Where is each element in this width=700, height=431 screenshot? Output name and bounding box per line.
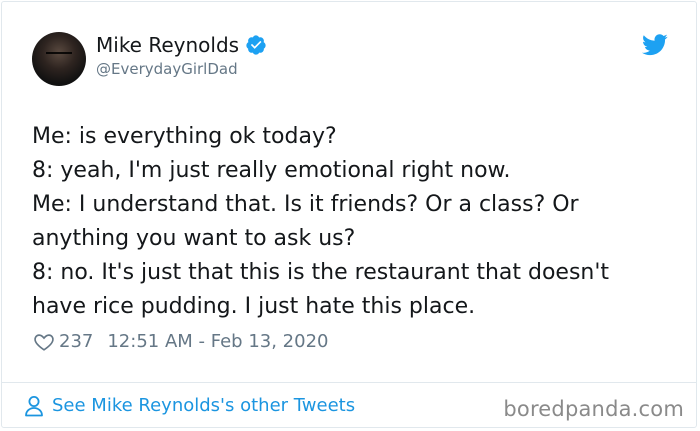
twitter-bird-icon[interactable]	[642, 34, 668, 56]
verified-badge-icon	[246, 35, 266, 55]
tweet-timestamp[interactable]: 12:51 AM - Feb 13, 2020	[107, 330, 328, 354]
tweet-text: Me: is everything ok today? 8: yeah, I'm…	[32, 120, 672, 324]
author-display-name[interactable]: Mike Reynolds	[96, 32, 239, 58]
tweet-line: 8: no. It's just that this is the restau…	[32, 260, 610, 285]
author-handle[interactable]: @EverydayGirlDad	[96, 59, 238, 79]
tweet-meta: 237 12:51 AM - Feb 13, 2020	[33, 330, 328, 354]
tweet-line: Me: I understand that. Is it friends? Or…	[32, 192, 579, 217]
see-other-tweets-label[interactable]: See Mike Reynolds's other Tweets	[52, 394, 355, 418]
watermark: boredpanda.com	[503, 397, 684, 421]
tweet-line: Me: is everything ok today?	[32, 124, 337, 149]
like-count[interactable]: 237	[59, 330, 93, 354]
tweet-line: have rice pudding. I just hate this plac…	[32, 294, 476, 319]
person-icon	[25, 396, 43, 417]
tweet-line: anything you want to ask us?	[32, 226, 356, 251]
tweet-line: 8: yeah, I'm just really emotional right…	[32, 158, 511, 183]
author-name-row[interactable]: Mike Reynolds	[96, 32, 267, 58]
see-other-tweets-link[interactable]: See Mike Reynolds's other Tweets	[24, 394, 355, 418]
avatar-glasses	[46, 52, 72, 60]
footer-divider	[1, 382, 697, 383]
heart-outline-icon[interactable]	[33, 331, 55, 353]
avatar[interactable]	[32, 32, 86, 86]
